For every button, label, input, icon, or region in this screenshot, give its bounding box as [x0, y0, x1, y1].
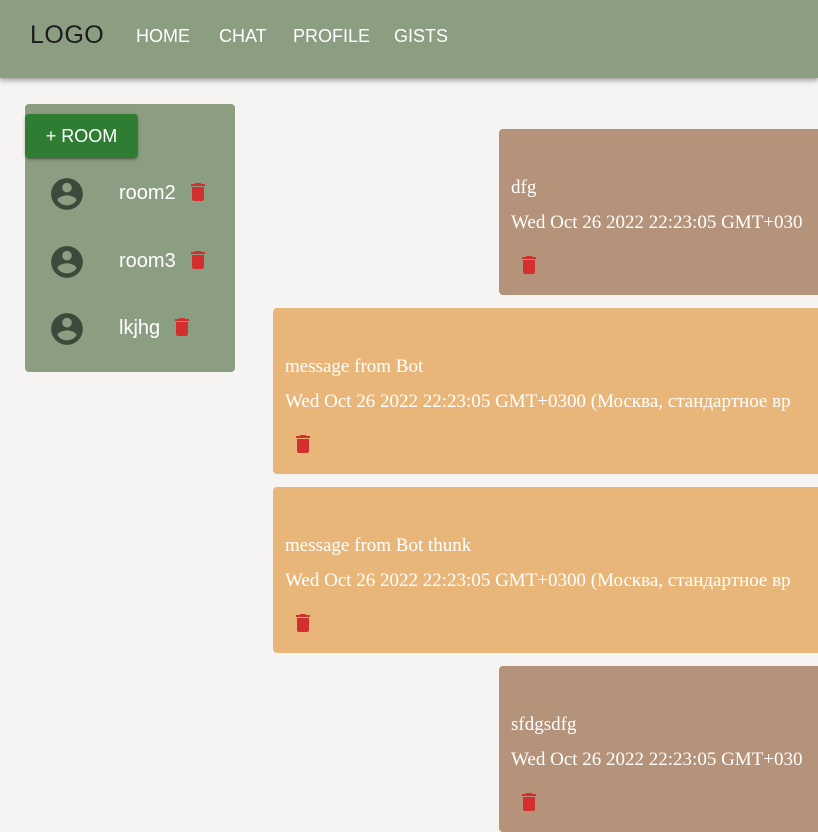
- delete-room-icon[interactable]: [190, 183, 206, 201]
- nav-gists[interactable]: GISTS: [394, 26, 448, 47]
- account-circle-icon: [51, 246, 83, 278]
- delete-room-icon[interactable]: [190, 251, 206, 269]
- room-name: lkjhg: [119, 317, 161, 339]
- message-card: message from Bot Wed Oct 26 2022 22:23:0…: [273, 308, 818, 474]
- message-card: dfg Wed Oct 26 2022 22:23:05 GMT+030: [499, 129, 818, 295]
- message-date: Wed Oct 26 2022 22:23:05 GMT+0300 (Москв…: [285, 391, 791, 412]
- message-card: message from Bot thunk Wed Oct 26 2022 2…: [273, 487, 818, 653]
- message-date: Wed Oct 26 2022 22:23:05 GMT+0300 (Москв…: [285, 570, 791, 591]
- delete-message-icon[interactable]: [295, 614, 311, 632]
- message-text: sfdgsdfg: [511, 714, 577, 735]
- logo: LOGO: [30, 21, 105, 49]
- nav-chat[interactable]: CHAT: [219, 26, 267, 47]
- app-bar: LOGO HOME CHAT PROFILE GISTS: [0, 0, 818, 78]
- message-text: dfg: [511, 177, 537, 198]
- message-date: Wed Oct 26 2022 22:23:05 GMT+030: [511, 749, 803, 770]
- delete-room-icon[interactable]: [174, 318, 190, 336]
- message-date: Wed Oct 26 2022 22:23:05 GMT+030: [511, 212, 803, 233]
- account-circle-icon: [51, 313, 83, 345]
- message-text: message from Bot thunk: [285, 535, 472, 556]
- delete-message-icon[interactable]: [295, 435, 311, 453]
- nav-profile[interactable]: PROFILE: [293, 26, 370, 47]
- room-list-item[interactable]: room3: [25, 230, 235, 290]
- room-list-item[interactable]: lkjhg: [25, 297, 235, 357]
- add-room-button[interactable]: + ROOM: [25, 114, 138, 158]
- account-circle-icon: [51, 178, 83, 210]
- message-card: sfdgsdfg Wed Oct 26 2022 22:23:05 GMT+03…: [499, 666, 818, 832]
- nav-home[interactable]: HOME: [136, 26, 190, 47]
- room-list-panel: + ROOM room2 room3 lkjhg: [25, 104, 235, 372]
- delete-message-icon[interactable]: [521, 793, 537, 811]
- message-text: message from Bot: [285, 356, 424, 377]
- room-name: room3: [119, 250, 176, 272]
- delete-message-icon[interactable]: [521, 256, 537, 274]
- room-list-item[interactable]: room2: [25, 162, 235, 222]
- room-name: room2: [119, 182, 176, 204]
